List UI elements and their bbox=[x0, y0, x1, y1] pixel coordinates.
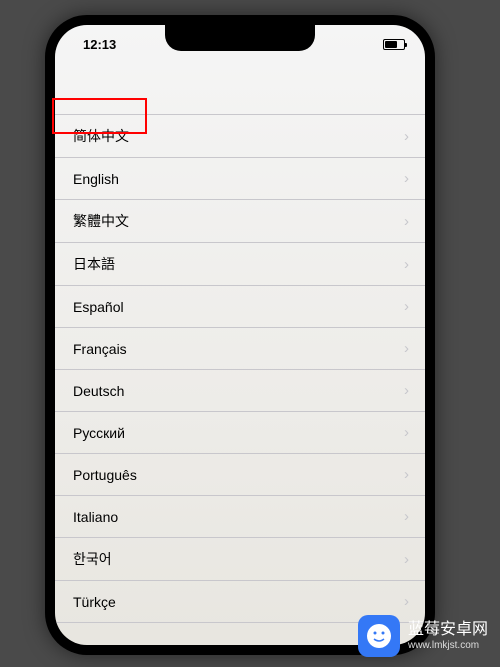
android-icon bbox=[364, 621, 394, 651]
language-label: Italiano bbox=[73, 509, 118, 525]
watermark-logo-icon bbox=[358, 615, 400, 657]
language-item-russian[interactable]: Русский › bbox=[55, 412, 425, 454]
chevron-right-icon: › bbox=[404, 256, 409, 273]
header-spacer bbox=[55, 59, 425, 114]
status-time: 12:13 bbox=[83, 37, 116, 52]
language-label: 한국어 bbox=[73, 549, 112, 569]
chevron-right-icon: › bbox=[404, 382, 409, 399]
language-label: Русский bbox=[73, 425, 125, 441]
chevron-right-icon: › bbox=[404, 213, 409, 230]
watermark-text: 蓝莓安卓网 www.lmkjst.com bbox=[408, 620, 488, 651]
watermark-title: 蓝莓安卓网 bbox=[408, 620, 488, 639]
status-right bbox=[383, 39, 405, 50]
chevron-right-icon: › bbox=[404, 424, 409, 441]
chevron-right-icon: › bbox=[404, 593, 409, 610]
language-label: Español bbox=[73, 299, 124, 315]
phone-screen: 12:13 简体中文 › English › 繁體中文 › 日本語 bbox=[55, 25, 425, 645]
chevron-right-icon: › bbox=[404, 508, 409, 525]
language-item-german[interactable]: Deutsch › bbox=[55, 370, 425, 412]
language-list: 简体中文 › English › 繁體中文 › 日本語 › Español › … bbox=[55, 114, 425, 623]
language-label: 日本語 bbox=[73, 254, 115, 274]
language-label: English bbox=[73, 171, 119, 187]
language-label: Deutsch bbox=[73, 383, 124, 399]
language-item-japanese[interactable]: 日本語 › bbox=[55, 243, 425, 286]
chevron-right-icon: › bbox=[404, 128, 409, 145]
language-label: 简体中文 bbox=[73, 126, 129, 146]
language-label: 繁體中文 bbox=[73, 211, 129, 231]
watermark: 蓝莓安卓网 www.lmkjst.com bbox=[358, 615, 488, 657]
notch bbox=[165, 25, 315, 51]
watermark-url: www.lmkjst.com bbox=[408, 640, 488, 652]
language-item-simplified-chinese[interactable]: 简体中文 › bbox=[55, 115, 425, 158]
battery-icon bbox=[383, 39, 405, 50]
language-item-spanish[interactable]: Español › bbox=[55, 286, 425, 328]
battery-fill bbox=[385, 41, 397, 48]
chevron-right-icon: › bbox=[404, 551, 409, 568]
phone-frame: 12:13 简体中文 › English › 繁體中文 › 日本語 bbox=[45, 15, 435, 655]
language-label: Türkçe bbox=[73, 594, 116, 610]
language-item-italian[interactable]: Italiano › bbox=[55, 496, 425, 538]
chevron-right-icon: › bbox=[404, 170, 409, 187]
language-label: Français bbox=[73, 341, 127, 357]
language-item-portuguese[interactable]: Português › bbox=[55, 454, 425, 496]
language-item-korean[interactable]: 한국어 › bbox=[55, 538, 425, 581]
chevron-right-icon: › bbox=[404, 298, 409, 315]
language-item-english[interactable]: English › bbox=[55, 158, 425, 200]
language-label: Português bbox=[73, 467, 137, 483]
chevron-right-icon: › bbox=[404, 466, 409, 483]
language-item-french[interactable]: Français › bbox=[55, 328, 425, 370]
chevron-right-icon: › bbox=[404, 340, 409, 357]
language-item-traditional-chinese[interactable]: 繁體中文 › bbox=[55, 200, 425, 243]
